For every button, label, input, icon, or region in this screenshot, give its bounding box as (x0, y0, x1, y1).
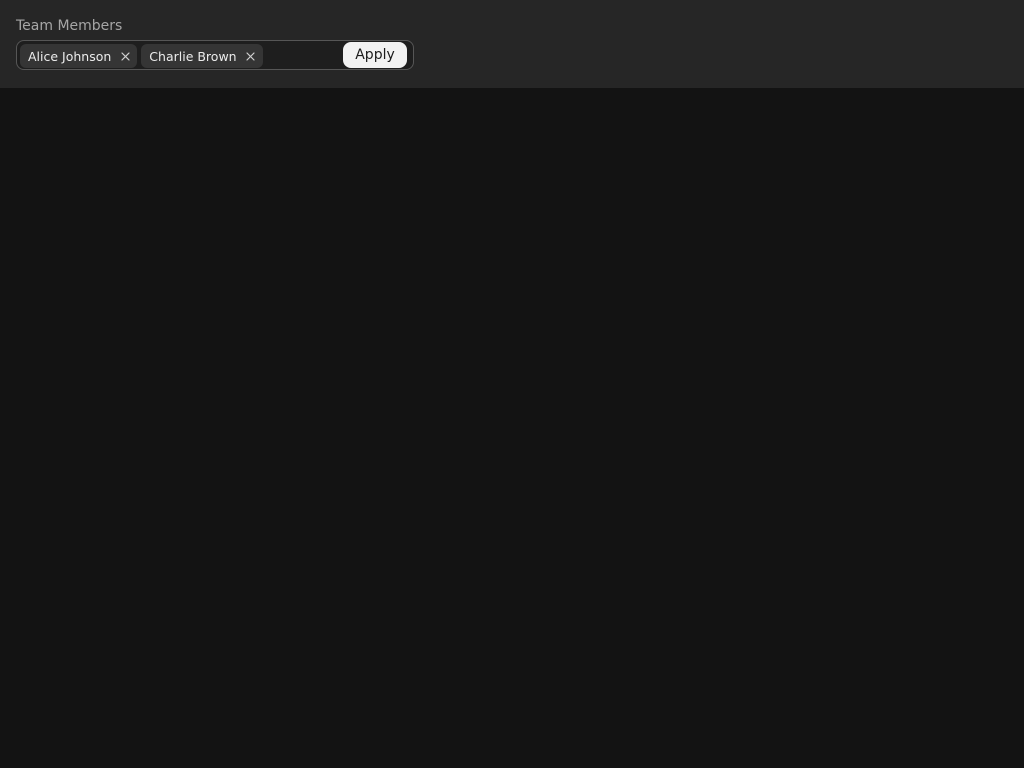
team-members-filter-panel: Team Members Alice Johnson Charlie Brown (0, 0, 1024, 88)
close-icon[interactable] (245, 50, 257, 62)
apply-button[interactable]: Apply (343, 42, 407, 68)
team-members-label: Team Members (16, 18, 123, 34)
member-chip-charlie-brown: Charlie Brown (141, 44, 263, 68)
member-chip-label: Alice Johnson (28, 48, 112, 64)
close-icon[interactable] (119, 50, 131, 62)
selected-members: Alice Johnson Charlie Brown (20, 44, 263, 68)
member-chip-label: Charlie Brown (149, 48, 237, 64)
team-members-tag-field[interactable]: Alice Johnson Charlie Brown Apply (16, 40, 414, 70)
member-chip-alice-johnson: Alice Johnson (20, 44, 138, 68)
member-search-input[interactable] (257, 45, 337, 67)
